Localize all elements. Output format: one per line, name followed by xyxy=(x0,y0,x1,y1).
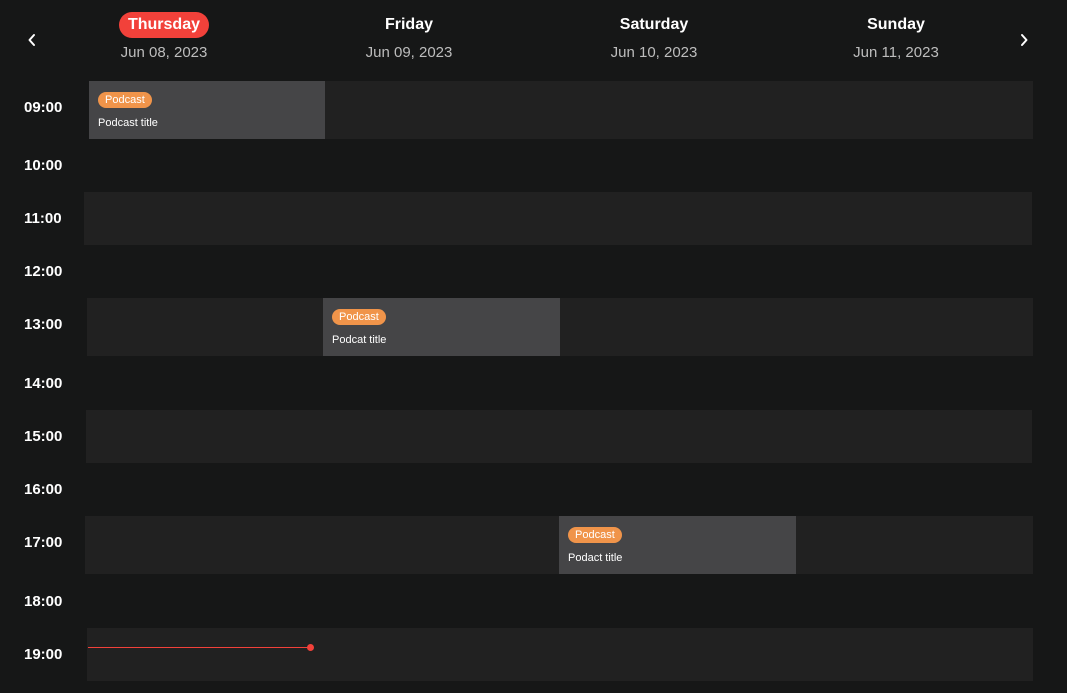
current-time-line xyxy=(88,647,310,648)
time-label: 17:00 xyxy=(24,534,63,551)
time-slot-row-1300[interactable] xyxy=(87,298,1033,356)
time-slot-row-1500[interactable] xyxy=(86,410,1032,463)
day-header-sunday[interactable]: Sunday Jun 11, 2023 xyxy=(778,12,1014,61)
prev-week-button[interactable] xyxy=(18,26,46,54)
day-header-saturday[interactable]: Saturday Jun 10, 2023 xyxy=(536,12,772,61)
chevron-left-icon xyxy=(28,34,35,46)
chevron-right-icon xyxy=(1021,34,1028,46)
event-title: Podcast title xyxy=(98,117,158,129)
day-header-friday[interactable]: Friday Jun 09, 2023 xyxy=(291,12,527,61)
event-category-badge: Podcast xyxy=(332,309,386,325)
next-week-button[interactable] xyxy=(1010,26,1038,54)
time-label: 09:00 xyxy=(24,99,63,116)
day-date: Jun 09, 2023 xyxy=(365,44,453,61)
day-date: Jun 11, 2023 xyxy=(853,44,939,61)
time-label: 15:00 xyxy=(24,428,63,445)
event-category-badge: Podcast xyxy=(98,92,152,108)
day-name: Sunday xyxy=(867,16,925,33)
time-slot-row-1100[interactable] xyxy=(84,192,1032,245)
current-time-dot xyxy=(307,644,314,651)
time-label: 10:00 xyxy=(24,157,63,174)
time-label: 12:00 xyxy=(24,263,63,280)
event-block[interactable]: Podcast Podcast title xyxy=(89,81,325,139)
time-label: 13:00 xyxy=(24,316,63,333)
event-block[interactable]: Podcast Podcat title xyxy=(323,298,560,356)
event-title: Podact title xyxy=(568,552,623,564)
time-label: 16:00 xyxy=(24,481,63,498)
calendar-week-view: Thursday Jun 08, 2023 Friday Jun 09, 202… xyxy=(0,0,1067,693)
day-date: Jun 08, 2023 xyxy=(120,44,208,61)
event-category-badge: Podcast xyxy=(568,527,622,543)
event-title: Podcat title xyxy=(332,334,387,346)
day-name-active: Thursday xyxy=(118,12,209,38)
day-name: Friday xyxy=(384,16,433,33)
day-name: Saturday xyxy=(619,16,689,33)
time-label: 11:00 xyxy=(24,210,62,227)
day-date: Jun 10, 2023 xyxy=(610,44,698,61)
time-label: 18:00 xyxy=(24,593,63,610)
event-block[interactable]: Podcast Podact title xyxy=(559,516,796,574)
time-label: 14:00 xyxy=(24,375,63,392)
time-slot-row-1900[interactable] xyxy=(87,628,1033,681)
day-header-thursday[interactable]: Thursday Jun 08, 2023 xyxy=(46,12,282,61)
time-label: 19:00 xyxy=(24,646,63,663)
